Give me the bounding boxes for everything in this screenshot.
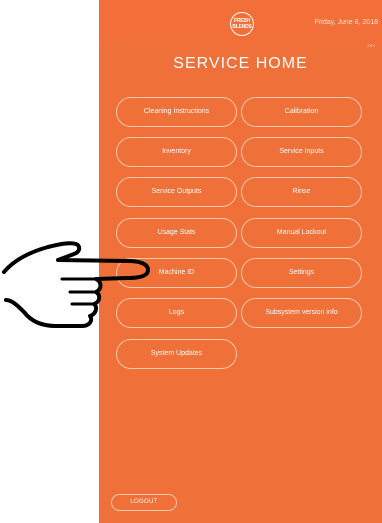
- rinse-button[interactable]: Rinse: [241, 177, 362, 207]
- cleaning-instructions-button[interactable]: Cleaning Instructions: [116, 97, 237, 127]
- service-inputs-button[interactable]: Service Inputs: [241, 137, 362, 167]
- settings-button[interactable]: Settings: [241, 258, 362, 288]
- corner-label: XXX: [366, 43, 375, 48]
- brand-logo: FRESH BLENDS: [230, 12, 254, 36]
- page: FRESH BLENDS Friday, June 8, 2018 XXX SE…: [0, 0, 382, 523]
- pointing-hand-icon: [2, 241, 150, 328]
- top-bar: FRESH BLENDS Friday, June 8, 2018: [99, 0, 382, 44]
- calibration-button[interactable]: Calibration: [241, 97, 362, 127]
- logout-button[interactable]: LOGOUT: [111, 494, 177, 511]
- date-label: Friday, June 8, 2018: [314, 19, 378, 26]
- inventory-button[interactable]: Inventory: [116, 137, 237, 167]
- subsystem-version-info-button[interactable]: Subsystem version info: [241, 298, 362, 328]
- page-title: SERVICE HOME: [173, 55, 308, 72]
- system-updates-button[interactable]: System Updates: [116, 339, 237, 369]
- manual-lockout-button[interactable]: Manual Lockout: [241, 218, 362, 248]
- service-outputs-button[interactable]: Service Outputs: [116, 177, 237, 207]
